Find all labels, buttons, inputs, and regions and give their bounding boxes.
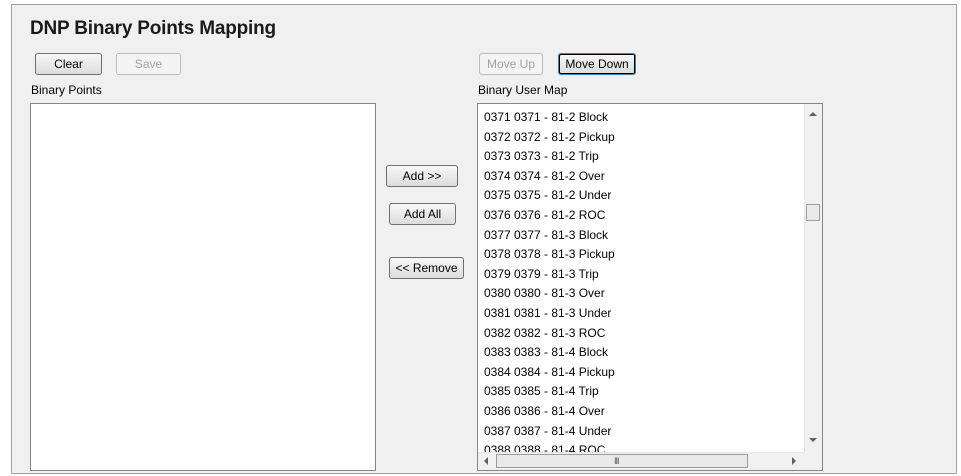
list-item[interactable]: 0384 0384 - 81-4 Pickup xyxy=(484,362,615,382)
list-item[interactable]: 0380 0380 - 81-3 Over xyxy=(484,283,605,303)
list-item-text: 0378 - 81-3 Pickup xyxy=(514,247,615,262)
page-title: DNP Binary Points Mapping xyxy=(30,18,276,39)
scroll-grip-icon: III xyxy=(614,456,619,466)
binary-points-label: Binary Points xyxy=(31,83,102,97)
list-item[interactable]: 0378 0378 - 81-3 Pickup xyxy=(484,244,615,264)
list-item-number: 0372 xyxy=(484,129,511,144)
user-map-items: 0371 0371 - 81-2 Block 0372 0372 - 81-2 Pic… xyxy=(478,104,804,452)
list-item-text: 0387 - 81-4 Under xyxy=(514,423,612,438)
list-item-text: 0388 - 81-4 ROC xyxy=(514,443,606,452)
list-item[interactable]: 0385 0385 - 81-4 Trip xyxy=(484,381,599,401)
list-item[interactable]: 0371 0371 - 81-2 Block xyxy=(484,107,608,127)
list-item[interactable]: 0376 0376 - 81-2 ROC xyxy=(484,205,605,225)
list-item-text: 0386 - 81-4 Over xyxy=(514,404,605,418)
scroll-up-arrow-icon[interactable] xyxy=(809,112,817,116)
vertical-scrollbar[interactable] xyxy=(804,104,822,452)
horizontal-scroll-thumb[interactable]: III xyxy=(496,454,748,468)
list-item-text: 0376 - 81-2 ROC xyxy=(514,208,606,222)
list-item[interactable]: 0375 0375 - 81-2 Under xyxy=(484,185,611,205)
move-down-button[interactable]: Move Down xyxy=(558,53,636,75)
list-item[interactable]: 0381 0381 - 81-3 Under xyxy=(484,303,611,323)
list-item-text: 0383 - 81-4 Block xyxy=(514,345,609,360)
list-item-text: 0385 - 81-4 Trip xyxy=(514,384,599,399)
list-item-number: 0375 xyxy=(484,188,511,203)
list-item-text: 0384 - 81-4 Pickup xyxy=(514,364,615,379)
list-item-text: 0380 - 81-3 Over xyxy=(514,286,605,301)
list-item-text: 0373 - 81-2 Trip xyxy=(514,149,599,164)
list-item-number: 0387 xyxy=(484,423,511,438)
list-item-number: 0373 xyxy=(484,149,511,164)
list-item[interactable]: 0377 0377 - 81-3 Block xyxy=(484,225,608,245)
list-item-number: 0380 xyxy=(484,286,511,301)
list-item-text: 0371 - 81-2 Block xyxy=(514,110,609,124)
list-item-number: 0377 xyxy=(484,227,511,242)
list-item[interactable]: 0383 0383 - 81-4 Block xyxy=(484,342,608,362)
dnp-binary-mapping-panel: DNP Binary Points Mapping Clear Save Mov… xyxy=(11,4,957,474)
horizontal-scrollbar[interactable]: III xyxy=(478,452,804,470)
list-item[interactable]: 0372 0372 - 81-2 Pickup xyxy=(484,127,615,147)
binary-user-map-label: Binary User Map xyxy=(478,83,568,97)
scroll-down-arrow-icon[interactable] xyxy=(809,438,817,442)
list-item-number: 0383 xyxy=(484,345,511,360)
binary-points-list[interactable] xyxy=(30,103,376,471)
list-item-number: 0385 xyxy=(484,384,511,399)
list-item[interactable]: 0386 0386 - 81-4 Over xyxy=(484,401,605,421)
add-button[interactable]: Add >> xyxy=(386,165,458,187)
remove-button[interactable]: << Remove xyxy=(389,257,464,279)
list-item[interactable]: 0379 0379 - 81-3 Trip xyxy=(484,264,599,284)
vertical-scroll-thumb[interactable] xyxy=(806,204,820,221)
scroll-left-arrow-icon[interactable] xyxy=(484,457,488,465)
list-item-number: 0376 xyxy=(484,208,511,222)
list-item[interactable]: 0382 0382 - 81-3 ROC xyxy=(484,323,605,343)
save-button[interactable]: Save xyxy=(116,53,181,75)
list-item-number: 0374 xyxy=(484,168,511,183)
move-up-button[interactable]: Move Up xyxy=(479,53,543,75)
list-item-number: 0382 xyxy=(484,325,511,340)
list-item-number: 0379 xyxy=(484,266,511,281)
scroll-right-arrow-icon[interactable] xyxy=(792,457,796,465)
binary-user-map-list[interactable]: 0371 0371 - 81-2 Block 0372 0372 - 81-2 Pic… xyxy=(477,103,823,471)
list-item[interactable]: 0373 0373 - 81-2 Trip xyxy=(484,146,599,166)
list-item-number: 0386 xyxy=(484,404,511,418)
list-item-text: 0379 - 81-3 Trip xyxy=(514,266,599,281)
list-item-number: 0388 xyxy=(484,443,511,452)
list-item-number: 0384 xyxy=(484,364,511,379)
list-item[interactable]: 0374 0374 - 81-2 Over xyxy=(484,166,605,186)
list-item-text: 0382 - 81-3 ROC xyxy=(514,325,606,340)
list-item-text: 0374 - 81-2 Over xyxy=(514,168,605,183)
list-item-text: 0377 - 81-3 Block xyxy=(514,227,609,242)
list-item[interactable]: 0388 0388 - 81-4 ROC xyxy=(484,440,605,452)
scrollbar-corner xyxy=(804,452,822,470)
list-item-number: 0378 xyxy=(484,247,511,262)
list-item-number: 0381 xyxy=(484,306,511,320)
clear-button[interactable]: Clear xyxy=(35,53,102,75)
list-item-text: 0372 - 81-2 Pickup xyxy=(514,129,615,144)
list-item[interactable]: 0387 0387 - 81-4 Under xyxy=(484,421,611,441)
list-item-text: 0375 - 81-2 Under xyxy=(514,188,612,203)
list-item-number: 0371 xyxy=(484,110,511,124)
add-all-button[interactable]: Add All xyxy=(389,203,456,225)
list-item-text: 0381 - 81-3 Under xyxy=(514,306,612,320)
